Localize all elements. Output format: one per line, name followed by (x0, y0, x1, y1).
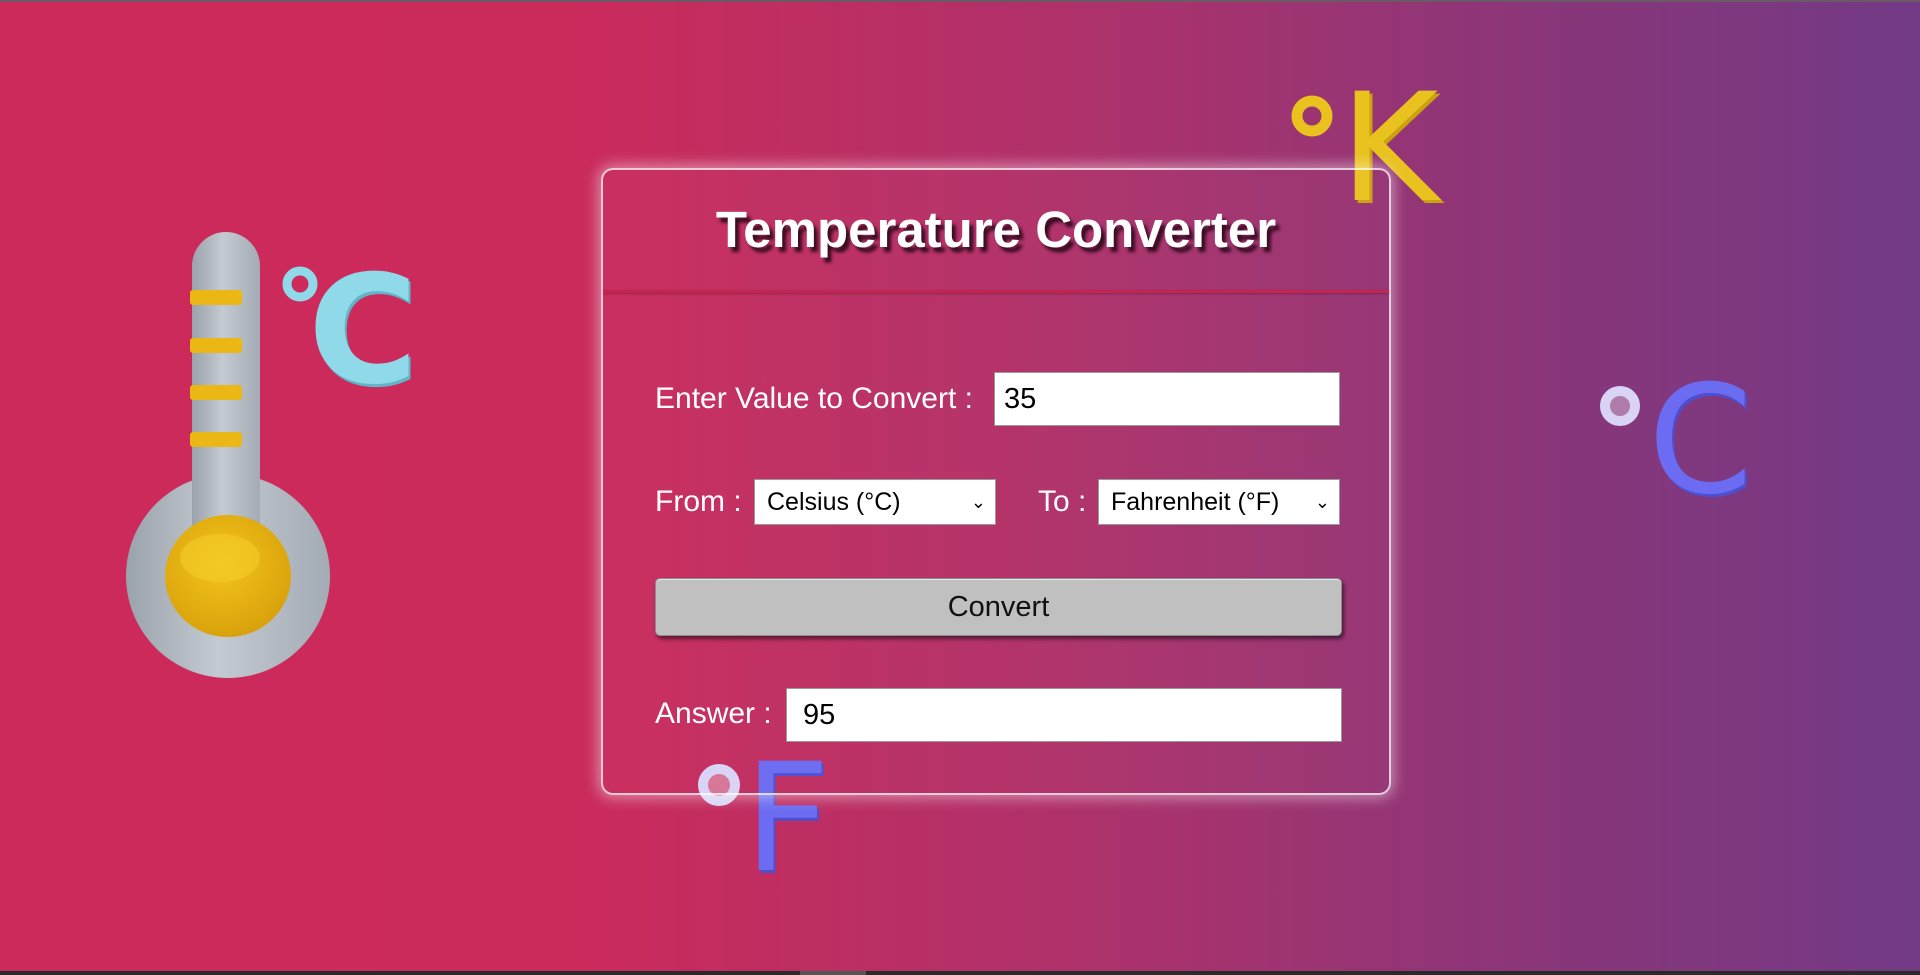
to-label: To : (1038, 485, 1087, 518)
page-title: Temperature Converter (715, 201, 1277, 258)
window-bottom-edge (0, 971, 1920, 975)
convert-button[interactable]: Convert (655, 578, 1342, 636)
chevron-down-icon: ⌄ (1314, 492, 1330, 512)
converter-card: Temperature Converter Enter Value to Con… (601, 168, 1391, 795)
chevron-down-icon: ⌄ (970, 492, 986, 512)
title-divider (603, 290, 1389, 293)
from-unit-select[interactable]: Celsius (°C) ⌄ (754, 479, 996, 525)
celsius-symbol-left: C (308, 244, 419, 418)
to-unit-selected: Fahrenheit (°F) (1111, 488, 1280, 516)
answer-label: Answer : (655, 697, 772, 730)
from-label: From : (655, 485, 742, 518)
from-unit-selected: Celsius (°C) (767, 488, 901, 516)
to-unit-select[interactable]: Fahrenheit (°F) ⌄ (1098, 479, 1340, 525)
value-label: Enter Value to Convert : (655, 382, 973, 415)
celsius-icon: C (280, 256, 430, 422)
value-input[interactable] (994, 372, 1340, 426)
scroll-handle (800, 971, 866, 975)
answer-field[interactable] (786, 688, 1342, 742)
celsius-symbol-right: C (1648, 354, 1753, 528)
window-top-edge (0, 0, 1920, 2)
celsius-outline-icon: C (1598, 366, 1753, 522)
